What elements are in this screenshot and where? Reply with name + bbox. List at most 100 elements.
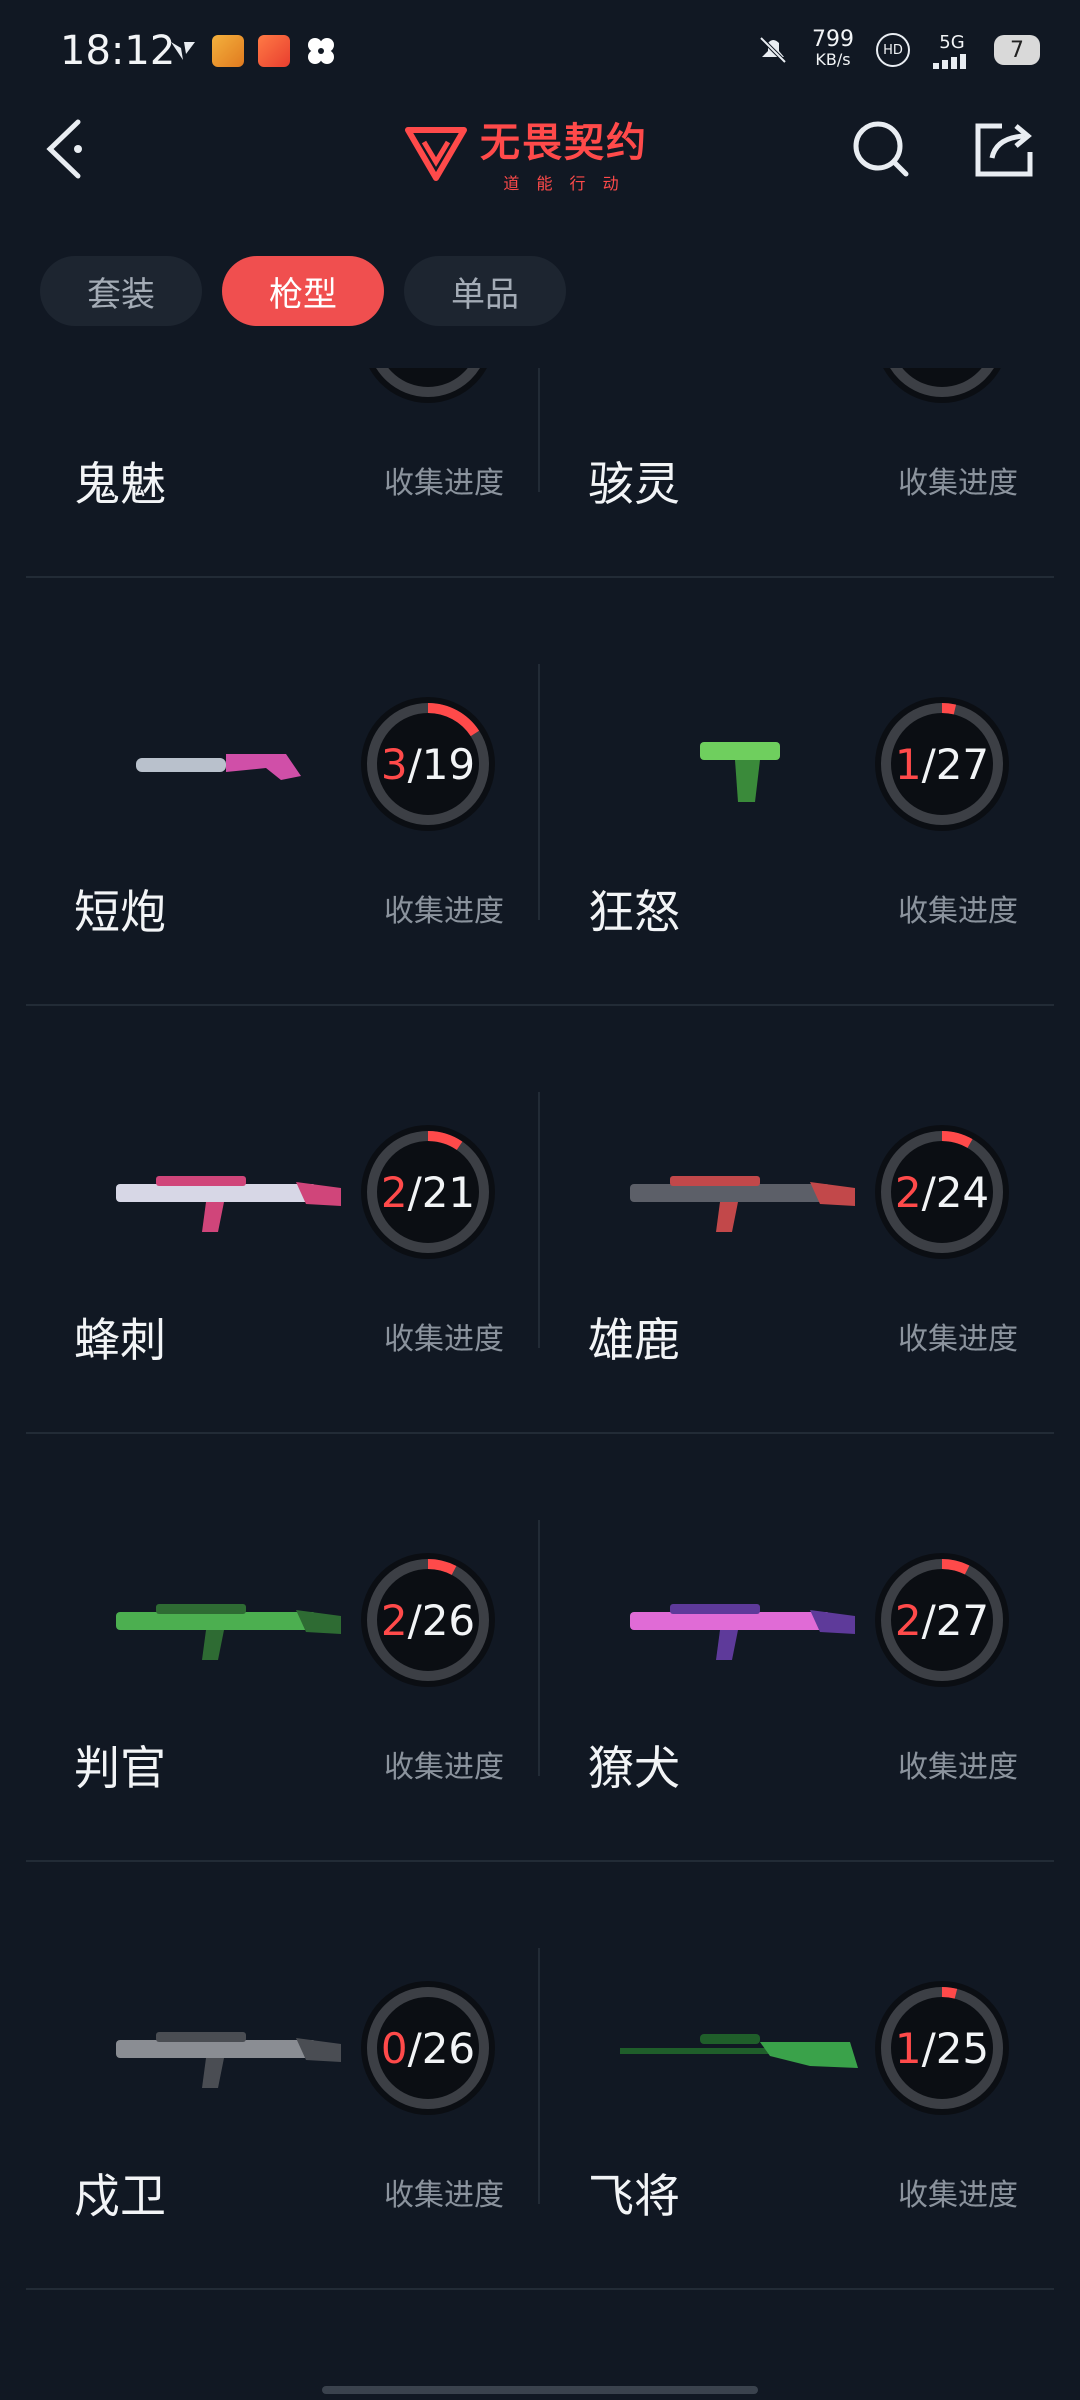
share-icon[interactable] [972,118,1036,182]
status-time: 18:12 [60,28,176,74]
collection-progress-label: 收集进度 [384,894,504,929]
weapon-row: 2/26 判官 收集进度 2/27 獠犬 收集进度 [26,1434,1054,1862]
collection-count: 0/26 [358,1978,498,2118]
total-count: /26 [407,1595,476,1645]
total-count: /19 [407,739,476,789]
weapon-name: 蜂刺 [74,1313,166,1367]
home-indicator[interactable] [322,2386,758,2394]
weapon-card[interactable]: 2/26 判官 收集进度 [26,1434,540,1860]
progress-ring [358,368,498,406]
weapon-name: 獠犬 [588,1741,680,1795]
net-speed-value: 799 [812,27,854,52]
mute-icon [759,36,787,64]
battery-icon: 7 [994,35,1040,65]
weapon-skin-image [700,742,780,802]
collection-progress-label: 收集进度 [384,2178,504,2213]
weapon-collection-list[interactable]: 鬼魅 收集进度 骇灵 收集进度 3/19 短炮 收集进度 1/27 狂怒 收集进度 2/21… [0,368,1080,2400]
weapon-card[interactable]: 3/19 短炮 收集进度 [26,578,540,1004]
collected-count: 2 [894,1167,922,1217]
progress-ring: 1/25 [872,1978,1012,2118]
tab-single-items[interactable]: 单品 [404,256,566,326]
collection-count: 2/21 [358,1122,498,1262]
collection-count: 2/27 [872,1550,1012,1690]
weapon-card[interactable]: 0/26 戍卫 收集进度 [26,1862,540,2288]
collection-progress-label: 收集进度 [384,1322,504,1357]
weapon-row: 鬼魅 收集进度 骇灵 收集进度 [26,368,1054,578]
progress-ring: 2/27 [872,1550,1012,1690]
weapon-grid: 鬼魅 收集进度 骇灵 收集进度 3/19 短炮 收集进度 1/27 狂怒 收集进度 2/21… [26,368,1054,2290]
weapon-skin-image [630,1604,855,1660]
weapon-skin-image [116,2032,341,2088]
weapon-skin-image [116,1176,341,1232]
progress-ring: 2/21 [358,1122,498,1262]
total-count: /27 [921,739,990,789]
valorant-logo-icon [405,127,467,181]
collection-progress-label: 收集进度 [384,466,504,501]
weapon-skin-image [136,754,301,780]
collection-count: 3/19 [358,694,498,834]
search-icon[interactable] [850,118,914,182]
collection-count: 1/27 [872,694,1012,834]
weapon-name: 骇灵 [588,457,680,511]
back-arrow-icon[interactable] [40,114,100,184]
pinwheel-app-icon [308,38,334,64]
app-logo: 无畏契约 道 能 行 动 [404,110,648,194]
progress-ring: 2/24 [872,1122,1012,1262]
collection-count: 2/24 [872,1122,1012,1262]
progress-ring: 1/27 [872,694,1012,834]
weapon-name: 飞将 [588,2169,680,2223]
shopping-app-icon [258,35,290,67]
progress-ring: 3/19 [358,694,498,834]
status-right-group: 799 KB/s HD 5G 7 [756,27,1040,70]
weapon-name: 鬼魅 [74,457,166,511]
weapon-name: 雄鹿 [588,1313,680,1367]
weapon-skin-image [630,1176,855,1232]
weapon-card[interactable]: 2/24 雄鹿 收集进度 [540,1006,1054,1432]
game-app-icon [212,35,244,67]
weapon-card[interactable]: 2/27 獠犬 收集进度 [540,1434,1054,1860]
weapon-row: 0/26 戍卫 收集进度 1/25 飞将 收集进度 [26,1862,1054,2290]
collection-progress-label: 收集进度 [898,1322,1018,1357]
notification-icons [168,34,338,68]
collected-count: 2 [894,1595,922,1645]
collection-progress-label: 收集进度 [384,1750,504,1785]
logo-title: 无畏契约 [480,120,648,166]
tab-weapon-types[interactable]: 枪型 [222,256,384,326]
weapon-row: 2/21 蜂刺 收集进度 2/24 雄鹿 收集进度 [26,1006,1054,1434]
collection-progress-label: 收集进度 [898,894,1018,929]
collection-progress-label: 收集进度 [898,466,1018,501]
category-tabs: 套装 枪型 单品 [40,256,566,326]
collected-count: 1 [894,739,922,789]
signal-indicator: 5G [932,32,972,69]
weapon-name: 戍卫 [74,2169,166,2223]
signal-bars-icon [933,53,966,69]
collected-count: 3 [380,739,408,789]
weapon-card[interactable]: 1/25 飞将 收集进度 [540,1862,1054,2288]
net-speed-unit: KB/s [815,50,851,69]
collected-count: 1 [894,2023,922,2073]
collected-count: 0 [380,2023,408,2073]
collection-count: 2/26 [358,1550,498,1690]
total-count: /24 [921,1167,990,1217]
weapon-card[interactable]: 骇灵 收集进度 [540,368,1054,576]
progress-ring: 0/26 [358,1978,498,2118]
weapon-name: 狂怒 [588,885,680,939]
logo-subtitle: 道 能 行 动 [503,174,625,193]
weapon-row: 3/19 短炮 收集进度 1/27 狂怒 收集进度 [26,578,1054,1006]
weapon-card[interactable]: 鬼魅 收集进度 [26,368,540,576]
total-count: /21 [407,1167,476,1217]
weapon-skin-image [620,2034,858,2068]
tab-suits[interactable]: 套装 [40,256,202,326]
total-count: /25 [921,2023,990,2073]
collected-count: 2 [380,1167,408,1217]
progress-ring [872,368,1012,406]
collection-progress-label: 收集进度 [898,1750,1018,1785]
weapon-card[interactable]: 2/21 蜂刺 收集进度 [26,1006,540,1432]
total-count: /26 [407,2023,476,2073]
network-speed: 799 KB/s [812,27,854,70]
weapon-name: 短炮 [74,885,166,939]
status-bar: 18:12 799 KB/s HD 5G 7 [0,0,1080,100]
collection-progress-label: 收集进度 [898,2178,1018,2213]
signal-label: 5G [939,31,965,53]
weapon-card[interactable]: 1/27 狂怒 收集进度 [540,578,1054,1004]
